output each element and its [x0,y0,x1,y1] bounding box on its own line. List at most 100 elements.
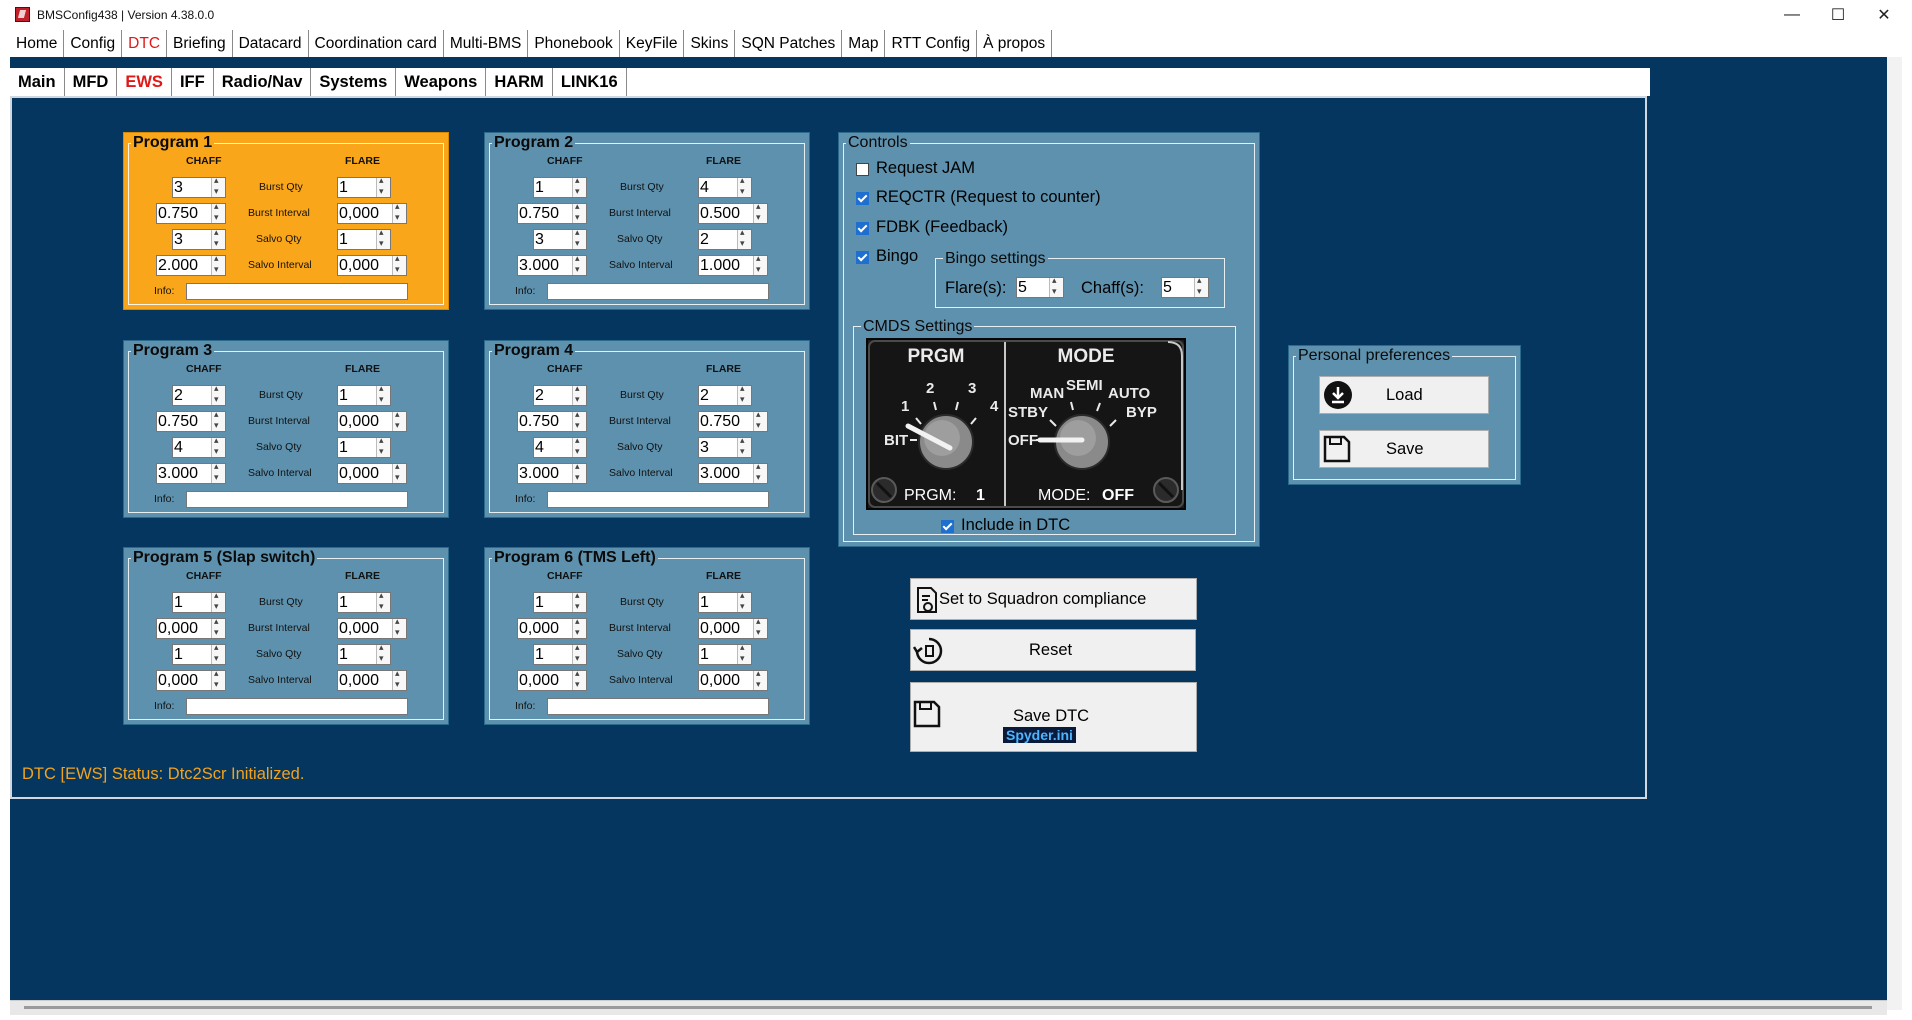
flare-salvo-interval-stepper[interactable]: 3.000 [698,461,768,484]
subtab-main[interactable]: Main [10,68,65,96]
chaff-burst-interval-stepper[interactable]: 0.750 [517,201,587,224]
chaff-salvo-qty-stepper[interactable]: 4 [172,435,226,458]
chaff-burst-qty-stepper[interactable]: 2 [172,383,226,406]
menu-tab-sqn-patches[interactable]: SQN Patches [735,30,843,57]
chaff-burst-interval-stepper[interactable]: 0.750 [517,409,587,432]
flare-salvo-interval-stepper[interactable]: 0,000 [698,668,768,691]
program-4-group[interactable]: Program 4 CHAFF FLARE 2 Burst Qty 2 0.750 Burst… [484,340,810,518]
flare-salvo-interval-stepper[interactable]: 0,000 [337,668,407,691]
subtab-radio-nav[interactable]: Radio/Nav [214,68,312,96]
chaff-salvo-interval-stepper[interactable]: 2.000 [156,253,226,276]
chaff-burst-qty-stepper[interactable]: 1 [172,590,226,613]
chaff-salvo-qty-stepper[interactable]: 3 [533,227,587,250]
prefs-save-button[interactable]: Save [1319,430,1489,468]
chaff-salvo-qty-stepper[interactable]: 1 [172,642,226,665]
flare-burst-interval-stepper[interactable]: 0.500 [698,201,768,224]
chaff-burst-qty-stepper[interactable]: 3 [172,175,226,198]
flare-burst-qty-stepper[interactable]: 1 [698,590,752,613]
subtab-systems[interactable]: Systems [311,68,397,96]
menu-tab-home[interactable]: Home [10,30,65,57]
maximize-button[interactable]: ☐ [1815,0,1861,30]
chaff-salvo-qty-stepper[interactable]: 4 [533,435,587,458]
include-in-dtc-checkbox[interactable] [941,520,954,533]
chaff-burst-qty-stepper[interactable]: 1 [533,590,587,613]
chaff-salvo-qty-stepper[interactable]: 1 [533,642,587,665]
flare-burst-interval-stepper[interactable]: 0,000 [337,409,407,432]
program-6-group[interactable]: Program 6 (TMS Left) CHAFF FLARE 1 Burst Qty… [484,547,810,725]
reset-button[interactable]: Reset [910,629,1196,671]
subtab-ews[interactable]: EWS [117,68,172,96]
flare-burst-qty-stepper[interactable]: 2 [698,383,752,406]
chaff-salvo-qty-stepper[interactable]: 3 [172,227,226,250]
flare-salvo-interval-stepper[interactable]: 0,000 [337,253,407,276]
menu-tab-config[interactable]: Config [64,30,123,57]
chaff-burst-interval-stepper[interactable]: 0,000 [156,616,226,639]
menu-tab-keyfile[interactable]: KeyFile [620,30,685,57]
flare-salvo-qty-stepper[interactable]: 2 [698,227,752,250]
chaff-burst-interval-stepper[interactable]: 0.750 [156,409,226,432]
chaff-salvo-interval-stepper[interactable]: 3.000 [156,461,226,484]
fdbk-checkbox[interactable] [856,222,869,235]
menu-tab-phonebook[interactable]: Phonebook [528,30,620,57]
close-button[interactable]: ✕ [1861,0,1907,30]
chaff-burst-interval-stepper[interactable]: 0,000 [517,616,587,639]
menu-tab-coordination-card[interactable]: Coordination card [309,30,444,57]
reqctr-checkbox[interactable] [856,192,869,205]
menu-tab-dtc[interactable]: DTC [122,30,168,57]
flare-salvo-qty-stepper[interactable]: 3 [698,435,752,458]
chaff-salvo-interval-stepper[interactable]: 0,000 [156,668,226,691]
info-input[interactable] [186,698,408,715]
chaff-burst-interval-stepper[interactable]: 0.750 [156,201,226,224]
chaff-burst-qty-stepper[interactable]: 2 [533,383,587,406]
flare-salvo-qty-stepper[interactable]: 1 [698,642,752,665]
info-input[interactable] [186,283,408,300]
subtab-harm[interactable]: HARM [486,68,553,96]
chaff-salvo-interval-stepper[interactable]: 3.000 [517,461,587,484]
horizontal-scrollbar[interactable] [10,1000,1887,1015]
flare-salvo-interval-stepper[interactable]: 1.000 [698,253,768,276]
menu-tab-multi-bms[interactable]: Multi-BMS [444,30,529,57]
chaff-salvo-interval-stepper[interactable]: 0,000 [517,668,587,691]
info-input[interactable] [547,698,769,715]
flare-salvo-qty-stepper[interactable]: 1 [337,642,391,665]
flare-burst-qty-stepper[interactable]: 1 [337,590,391,613]
menu-tab-briefing[interactable]: Briefing [167,30,233,57]
request-jam-checkbox[interactable] [856,163,869,176]
subtab-link16[interactable]: LINK16 [553,68,627,96]
subtab-mfd[interactable]: MFD [65,68,118,96]
info-input[interactable] [547,491,769,508]
program-1-group[interactable]: Program 1 CHAFF FLARE 3 Burst Qty 1 0.750 Burst… [123,132,449,310]
flare-salvo-qty-stepper[interactable]: 1 [337,435,391,458]
bingo-checkbox[interactable] [856,251,869,264]
flare-burst-qty-stepper[interactable]: 1 [337,175,391,198]
chaff-burst-qty-stepper[interactable]: 1 [533,175,587,198]
bingo-chaff-stepper[interactable]: 5 [1161,275,1209,298]
flare-burst-interval-stepper[interactable]: 0,000 [698,616,768,639]
program-3-group[interactable]: Program 3 CHAFF FLARE 2 Burst Qty 1 0.750 Burst… [123,340,449,518]
flare-burst-qty-stepper[interactable]: 4 [698,175,752,198]
squadron-compliance-button[interactable]: Set to Squadron compliance [910,578,1197,620]
menu-tab--propos[interactable]: À propos [977,30,1053,57]
flare-salvo-interval-stepper[interactable]: 0,000 [337,461,407,484]
cmds-panel[interactable]: PRGM MODE BIT 1 2 3 4 OFF STBY MAN SEMI … [866,338,1186,510]
program-2-group[interactable]: Program 2 CHAFF FLARE 1 Burst Qty 4 0.750 Burst… [484,132,810,310]
flare-burst-interval-stepper[interactable]: 0,000 [337,616,407,639]
prefs-load-button[interactable]: Load [1319,376,1489,414]
menu-tab-rtt-config[interactable]: RTT Config [885,30,978,57]
flare-burst-qty-stepper[interactable]: 1 [337,383,391,406]
info-input[interactable] [186,491,408,508]
flare-burst-interval-stepper[interactable]: 0,000 [337,201,407,224]
save-dtc-button[interactable]: Save DTC Spyder.ini [910,682,1197,752]
chaff-salvo-interval-stepper[interactable]: 3.000 [517,253,587,276]
program-5-group[interactable]: Program 5 (Slap switch) CHAFF FLARE 1 Burst … [123,547,449,725]
bingo-flare-stepper[interactable]: 5 [1016,275,1064,298]
flare-salvo-qty-stepper[interactable]: 1 [337,227,391,250]
subtab-weapons[interactable]: Weapons [396,68,487,96]
flare-burst-interval-stepper[interactable]: 0.750 [698,409,768,432]
info-input[interactable] [547,283,769,300]
menu-tab-datacard[interactable]: Datacard [233,30,309,57]
vertical-scrollbar[interactable] [1887,57,1902,1010]
menu-tab-skins[interactable]: Skins [684,30,736,57]
subtab-iff[interactable]: IFF [172,68,214,96]
minimize-button[interactable]: — [1769,0,1815,30]
